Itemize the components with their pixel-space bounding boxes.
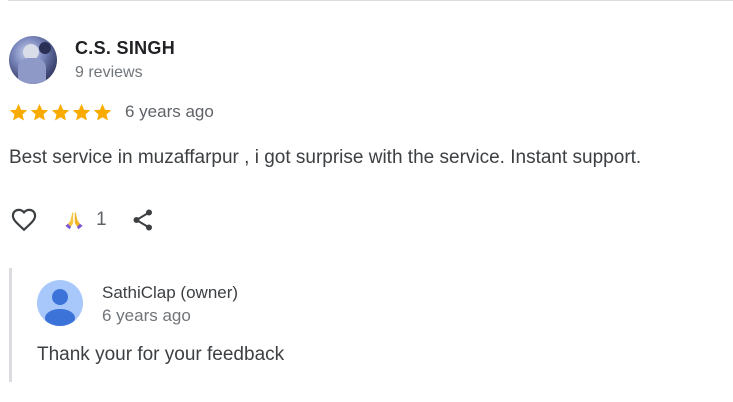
reaction-button[interactable]: 1 (63, 209, 107, 231)
reviewer-avatar[interactable] (9, 36, 57, 84)
top-divider (8, 0, 733, 1)
review-date: 6 years ago (125, 102, 214, 121)
reaction-count: 1 (96, 209, 107, 230)
star-rating (8, 102, 113, 123)
star-icon (93, 103, 112, 120)
star-icon (9, 103, 28, 120)
reviewer-info: C.S. SINGH 9 reviews (75, 37, 175, 84)
reviewer-header: C.S. SINGH 9 reviews (9, 36, 175, 84)
review-text: Best service in muzaffarpur , i got surp… (9, 147, 642, 168)
folded-hands-icon (65, 212, 83, 230)
owner-response-date: 6 years ago (102, 306, 191, 325)
owner-name: SathiClap (owner) (102, 283, 239, 302)
reviewer-name[interactable]: C.S. SINGH (75, 37, 175, 59)
like-button[interactable] (9, 205, 39, 235)
star-icon (51, 103, 70, 120)
person-icon (45, 289, 75, 326)
rating-row: 6 years ago (8, 101, 214, 123)
reviewer-review-count: 9 reviews (75, 63, 143, 81)
star-icon (72, 103, 91, 120)
share-icon (133, 209, 152, 231)
share-button[interactable] (130, 206, 156, 234)
review-actions: 1 (9, 204, 156, 236)
heart-outline-icon (11, 208, 37, 232)
owner-response: SathiClap (owner) 6 years ago Thank your… (9, 268, 712, 382)
owner-avatar (37, 280, 83, 326)
star-icon (30, 103, 49, 120)
owner-response-text: Thank your for your feedback (37, 344, 285, 365)
